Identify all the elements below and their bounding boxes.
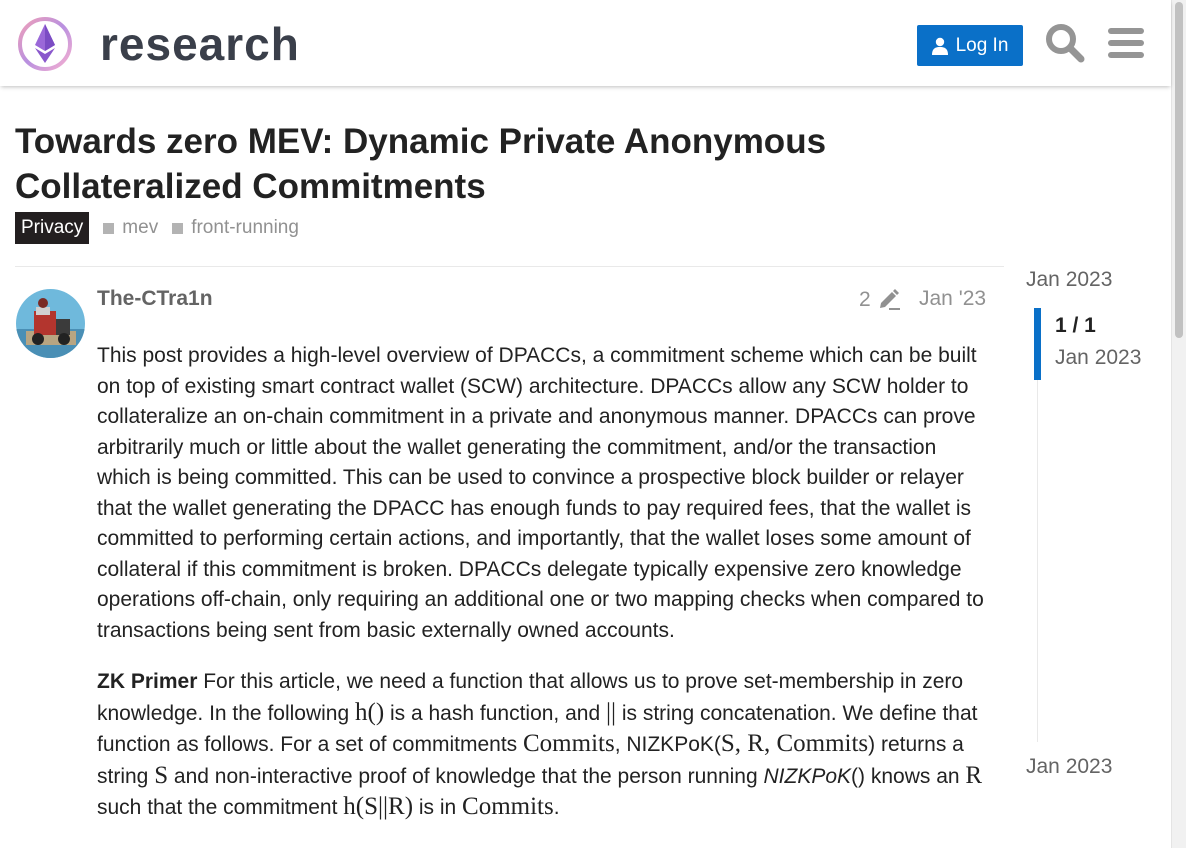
avatar-image — [16, 289, 85, 358]
topic-title[interactable]: Towards zero MEV: Dynamic Private Anonym… — [15, 119, 1005, 209]
log-in-button[interactable]: Log In — [917, 25, 1023, 66]
text: . — [553, 796, 560, 819]
menu-button[interactable] — [1107, 22, 1147, 64]
page-scrollbar[interactable] — [1171, 0, 1186, 848]
text: , NIZKPoK( — [614, 733, 721, 756]
math-concat: || — [605, 698, 616, 726]
search-button[interactable] — [1045, 22, 1085, 64]
math-commits: Commits — [462, 793, 554, 820]
topic-tags: Privacy mev front-running — [15, 212, 299, 244]
tag-square-icon — [103, 222, 115, 234]
post-author[interactable]: The-CTra1n — [97, 287, 213, 311]
text: and non-interactive proof of knowledge t… — [168, 764, 764, 788]
site-logo[interactable]: research — [16, 14, 306, 74]
hamburger-menu-icon — [1108, 28, 1144, 58]
log-in-label: Log In — [955, 34, 1009, 56]
category-badge[interactable]: Privacy — [15, 212, 90, 244]
math-hash: h() — [355, 698, 385, 726]
zk-primer-heading: ZK Primer — [97, 670, 198, 693]
math-hash-sr: h(S||R) — [343, 793, 414, 820]
text: () knows an — [851, 764, 966, 788]
scrollbar-thumb[interactable] — [1175, 2, 1183, 338]
text: is in — [413, 796, 463, 819]
math-s: S — [154, 761, 169, 789]
timeline-position: 1 / 1 — [1055, 314, 1096, 337]
tag-front-running[interactable]: front-running — [172, 217, 299, 239]
ethereum-research-logo-icon — [18, 17, 72, 71]
text: is a hash function, and — [384, 701, 606, 725]
site-name: research — [100, 18, 300, 70]
math-r: R — [965, 761, 983, 789]
edit-count: 2 — [859, 288, 871, 311]
user-icon — [931, 37, 948, 55]
tag-label: mev — [122, 217, 159, 238]
avatar[interactable] — [16, 289, 85, 358]
tag-label: front-running — [191, 217, 299, 238]
search-icon — [1046, 24, 1085, 63]
post-paragraph: This post provides a high-level overview… — [97, 344, 984, 642]
text: such that the commitment — [97, 796, 344, 819]
math-args: S, R, Commits — [720, 730, 869, 757]
post-divider — [15, 266, 1004, 267]
timeline-end-date[interactable]: Jan 2023 — [1026, 755, 1112, 779]
timeline-start-date[interactable]: Jan 2023 — [1026, 268, 1112, 292]
edit-history-button[interactable]: 2 — [859, 288, 901, 312]
pencil-icon — [879, 289, 900, 310]
timeline-scroller-handle[interactable] — [1034, 308, 1041, 380]
zk-primer-paragraph: ZK Primer For this article, we need a fu… — [97, 667, 992, 824]
post-body: This post provides a high-level overview… — [97, 341, 992, 824]
site-header: research Log In — [0, 0, 1171, 86]
timeline-current-date: Jan 2023 — [1055, 346, 1142, 369]
tag-square-icon — [172, 222, 184, 234]
tag-mev[interactable]: mev — [103, 217, 158, 239]
post-date[interactable]: Jan '23 — [919, 287, 986, 311]
nizkpok-italic: NIZKPoK — [763, 764, 852, 788]
math-commits: Commits — [523, 730, 615, 757]
